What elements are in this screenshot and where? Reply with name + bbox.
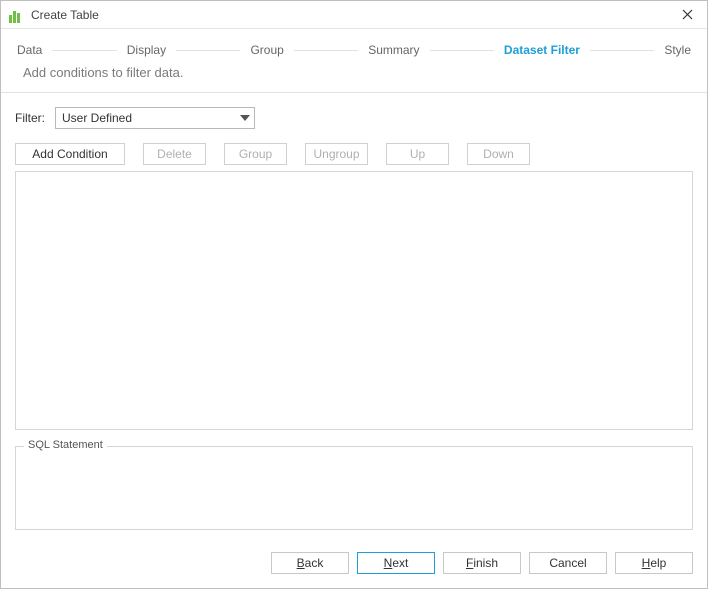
step-group[interactable]: Group	[250, 43, 283, 57]
chevron-down-icon	[240, 115, 250, 121]
next-button-rest: ext	[392, 556, 408, 570]
back-button[interactable]: Back	[271, 552, 349, 574]
dialog-footer: Back Next Finish Cancel Help	[1, 540, 707, 588]
window-title: Create Table	[31, 8, 99, 22]
back-button-rest: ack	[305, 556, 324, 570]
help-button[interactable]: Help	[615, 552, 693, 574]
sql-statement-legend: SQL Statement	[24, 439, 107, 451]
step-data[interactable]: Data	[17, 43, 42, 57]
step-display[interactable]: Display	[127, 43, 166, 57]
group-button[interactable]: Group	[224, 143, 287, 165]
finish-button-rest: inish	[473, 556, 498, 570]
ungroup-button[interactable]: Ungroup	[305, 143, 368, 165]
filter-label: Filter:	[15, 111, 45, 125]
titlebar: Create Table	[1, 1, 707, 29]
step-separator	[294, 50, 358, 51]
down-button[interactable]: Down	[467, 143, 530, 165]
close-icon	[682, 9, 693, 20]
delete-button[interactable]: Delete	[143, 143, 206, 165]
step-subtitle: Add conditions to filter data.	[1, 63, 707, 92]
dialog-body: Filter: User Defined Add Condition Delet…	[1, 92, 707, 540]
step-style[interactable]: Style	[664, 43, 691, 57]
dialog-window: Create Table Data Display Group Summary …	[0, 0, 708, 589]
cancel-button[interactable]: Cancel	[529, 552, 607, 574]
step-separator	[430, 50, 494, 51]
help-button-rest: elp	[650, 556, 666, 570]
step-separator	[52, 50, 116, 51]
filter-select[interactable]: User Defined	[55, 107, 255, 129]
filter-select-value: User Defined	[62, 111, 132, 125]
sql-statement-group: SQL Statement	[15, 446, 693, 530]
finish-button-label: F	[466, 556, 473, 570]
step-separator	[176, 50, 240, 51]
wizard-steps: Data Display Group Summary Dataset Filte…	[1, 29, 707, 63]
step-dataset-filter[interactable]: Dataset Filter	[504, 43, 580, 57]
step-summary[interactable]: Summary	[368, 43, 419, 57]
step-separator	[590, 50, 654, 51]
filter-row: Filter: User Defined	[15, 107, 693, 129]
back-button-label: B	[297, 556, 305, 570]
add-condition-button[interactable]: Add Condition	[15, 143, 125, 165]
chart-icon	[9, 7, 25, 23]
next-button-label: N	[384, 556, 393, 570]
next-button[interactable]: Next	[357, 552, 435, 574]
close-button[interactable]	[673, 3, 701, 27]
help-button-label: H	[642, 556, 651, 570]
finish-button[interactable]: Finish	[443, 552, 521, 574]
up-button[interactable]: Up	[386, 143, 449, 165]
conditions-list[interactable]	[15, 171, 693, 430]
condition-toolbar: Add Condition Delete Group Ungroup Up Do…	[15, 143, 693, 165]
